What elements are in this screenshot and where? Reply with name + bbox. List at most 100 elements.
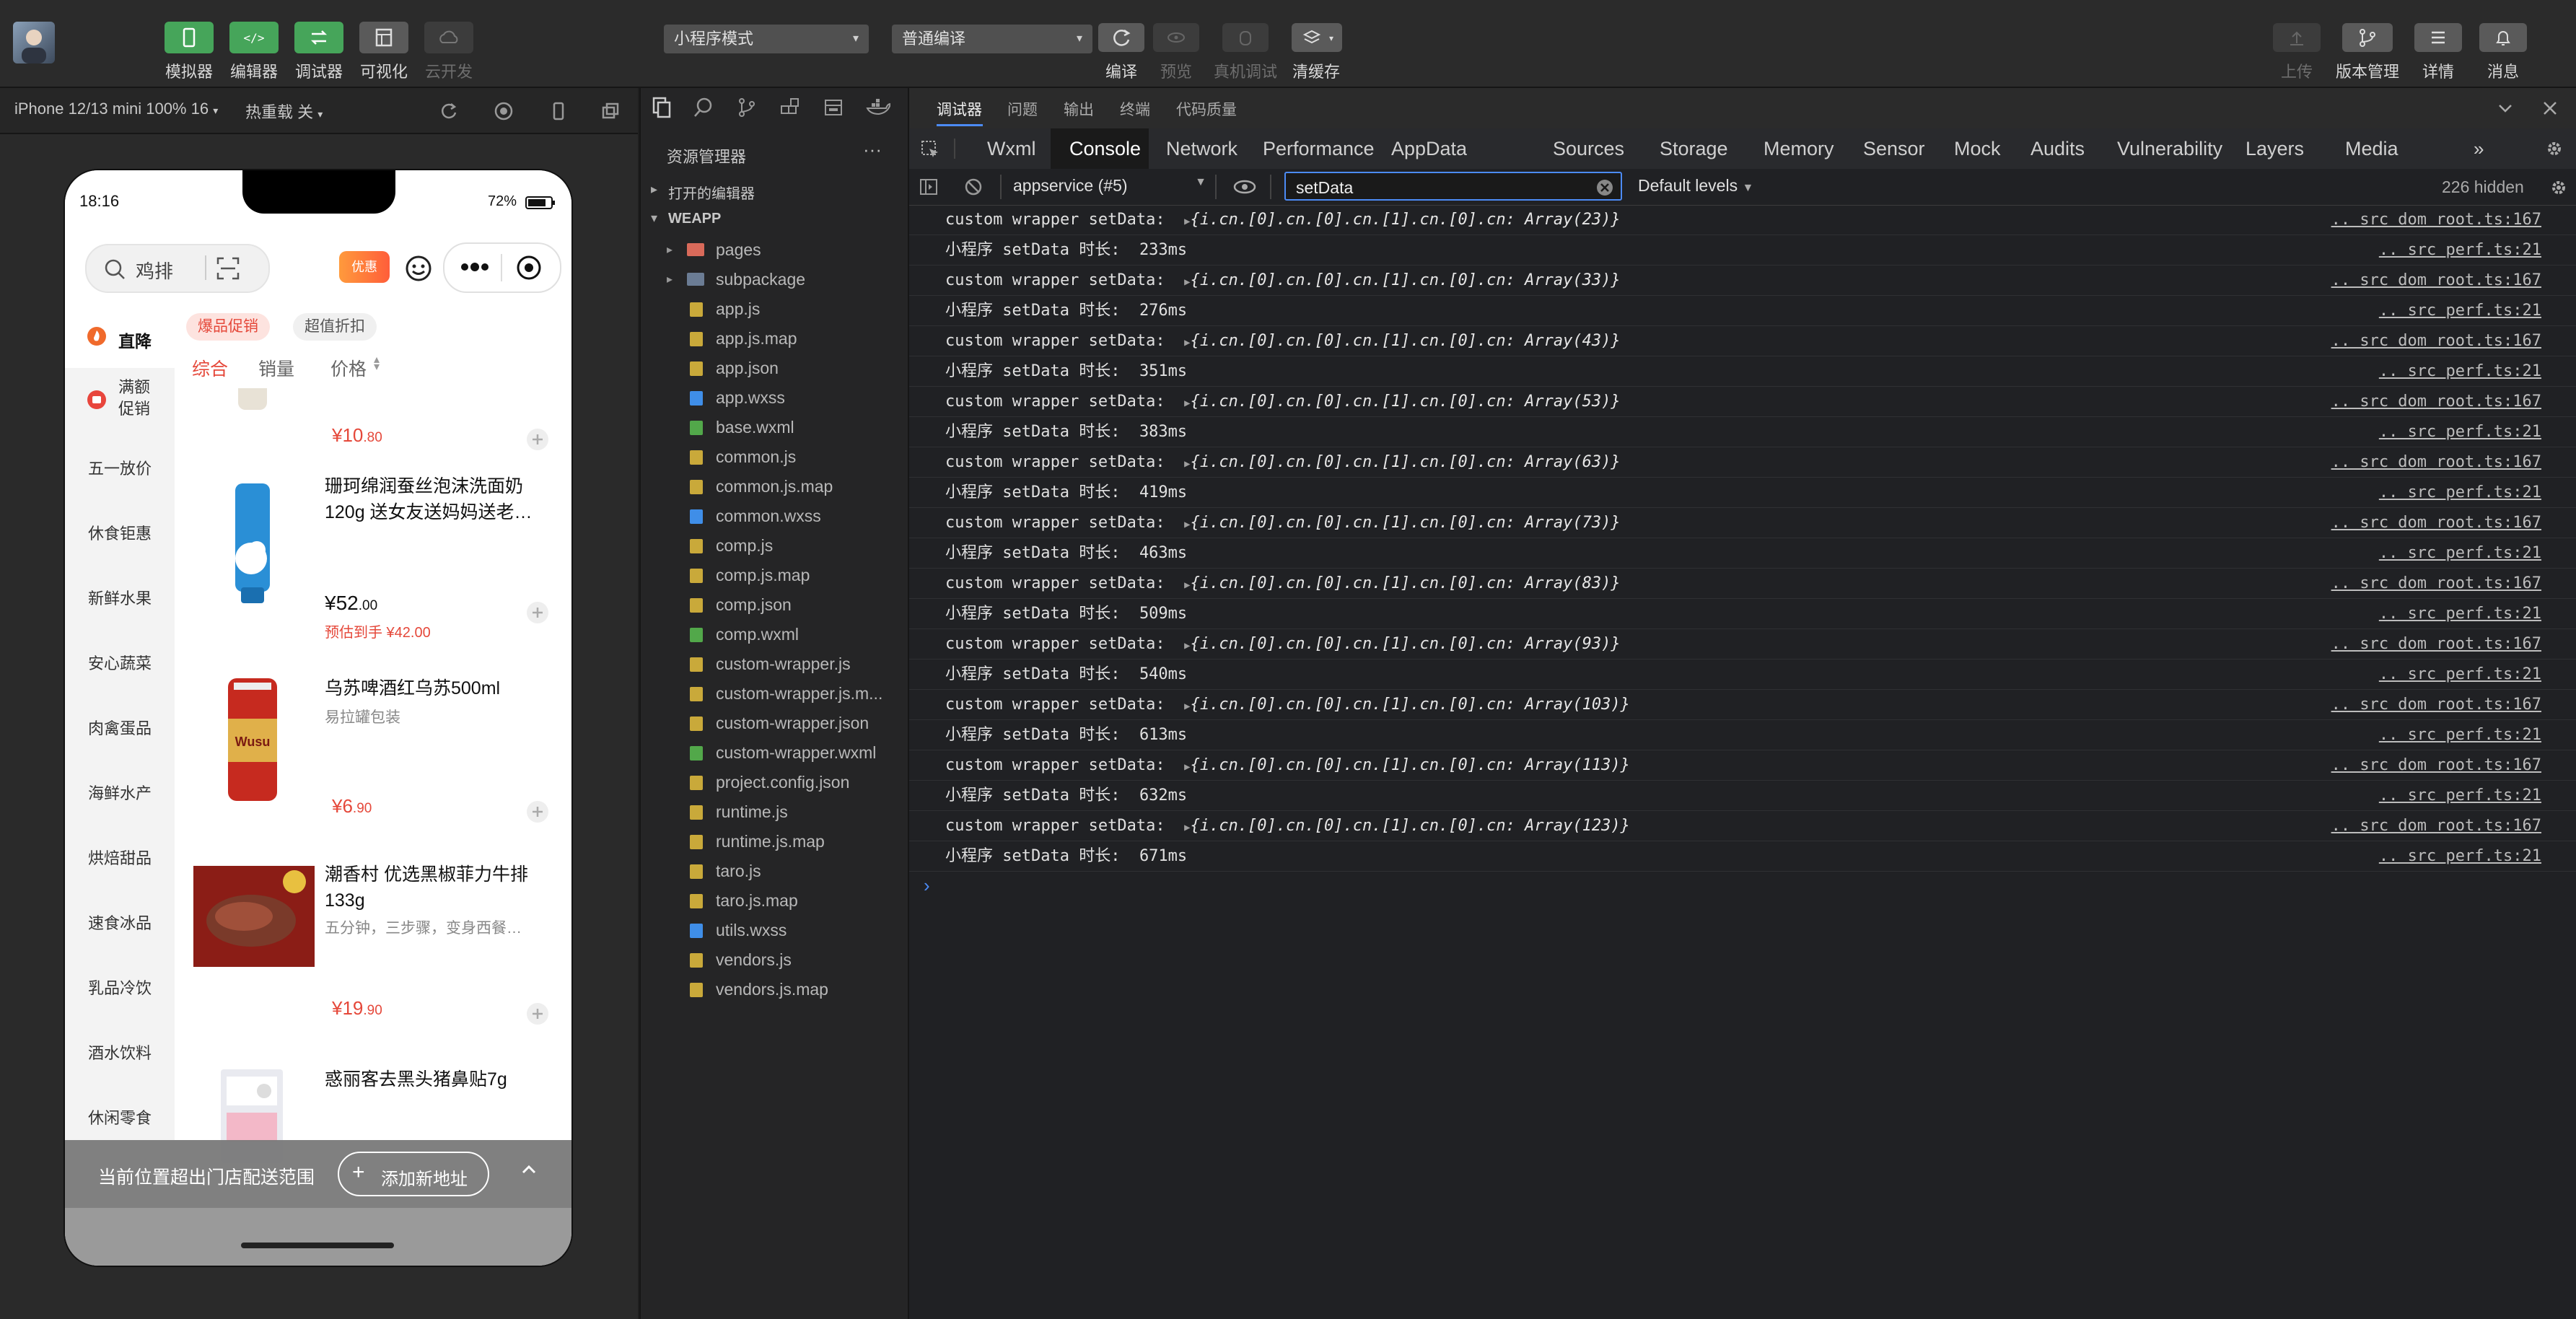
source-link[interactable]: .. src dom root.ts:167 (2331, 690, 2541, 719)
record-icon[interactable] (494, 101, 514, 121)
panel-tab-console[interactable]: Console (1069, 128, 1141, 169)
clear-cache-button[interactable]: ▾ (1292, 23, 1342, 52)
product-name-4[interactable]: 惑丽客去黑头猪鼻贴7g (325, 1065, 556, 1091)
chip-discount[interactable]: 超值折扣 (293, 313, 377, 341)
add-to-cart-icon[interactable] (525, 600, 550, 625)
source-link[interactable]: .. src dom root.ts:167 (2331, 811, 2541, 841)
file-tree-item[interactable]: app.js.map (641, 324, 908, 354)
details-button[interactable] (2414, 23, 2462, 52)
sort-tab-default[interactable]: 综合 (192, 355, 228, 381)
source-link[interactable]: .. src dom root.ts:167 (2331, 205, 2541, 235)
tab-output[interactable]: 输出 (1064, 98, 1094, 120)
nav-item-7[interactable]: 海鲜水产 (65, 781, 175, 804)
scan-icon[interactable] (216, 257, 240, 280)
expand-object-icon[interactable]: ▶ (1184, 458, 1190, 470)
source-link[interactable]: .. src dom root.ts:167 (2331, 508, 2541, 538)
panel-tab-sources[interactable]: Sources (1553, 128, 1624, 169)
add-to-cart-icon[interactable] (525, 1002, 550, 1026)
file-tree-item[interactable]: app.json (641, 354, 908, 383)
open-editors-section[interactable]: 打开的编辑器 (668, 182, 755, 203)
console-filter-input[interactable]: setData (1284, 172, 1622, 201)
messages-button[interactable] (2479, 23, 2527, 52)
inspect-element-icon[interactable] (921, 140, 939, 159)
debugger-toggle-button[interactable] (294, 22, 343, 53)
log-levels-select[interactable]: Default levels ▼ (1638, 176, 1753, 196)
storage-icon[interactable] (823, 97, 844, 118)
editor-toggle-button[interactable]: </> (229, 22, 279, 53)
more-dots-icon[interactable] (459, 260, 491, 274)
source-link[interactable]: .. src perf.ts:21 (2379, 296, 2541, 325)
nav-item-5[interactable]: 安心蔬菜 (65, 651, 175, 674)
file-tree-item[interactable]: ▸ subpackage (641, 265, 908, 294)
source-link[interactable]: .. src dom root.ts:167 (2331, 569, 2541, 598)
expand-object-icon[interactable]: ▶ (1184, 519, 1190, 530)
product-name-1[interactable]: 珊珂绵润蚕丝泡沫洗面奶120g 送女友送妈妈送老… (325, 473, 548, 525)
panel-tab-media[interactable]: Media (2345, 128, 2398, 169)
promo-badge[interactable]: 优惠 (339, 251, 390, 283)
panel-tab-performance[interactable]: Performance (1263, 128, 1375, 169)
console-object-preview[interactable]: {i.cn.[0].cn.[0].cn.[1].cn.[0].cn: Array… (1191, 211, 1621, 229)
file-tree-item[interactable]: project.config.json (641, 768, 908, 797)
chevron-up-icon[interactable] (520, 1160, 538, 1179)
nav-item-0[interactable]: 直降 (118, 328, 152, 352)
file-tree-item[interactable]: taro.js.map (641, 886, 908, 916)
version-button[interactable] (2342, 23, 2393, 52)
console-object-preview[interactable]: {i.cn.[0].cn.[0].cn.[1].cn.[0].cn: Array… (1191, 756, 1630, 774)
file-tree-item[interactable]: comp.wxml (641, 620, 908, 649)
console-object-preview[interactable]: {i.cn.[0].cn.[0].cn.[1].cn.[0].cn: Array… (1191, 271, 1621, 289)
extensions-icon[interactable] (779, 97, 801, 118)
nav-item-10[interactable]: 乳品冷饮 (65, 976, 175, 999)
file-tree-item[interactable]: comp.js (641, 531, 908, 561)
file-tree-item[interactable]: common.js.map (641, 472, 908, 501)
expand-object-icon[interactable]: ▶ (1184, 822, 1190, 833)
preview-button[interactable] (1153, 23, 1199, 52)
nav-item-6[interactable]: 肉禽蛋品 (65, 716, 175, 739)
panel-tab-memory[interactable]: Memory (1764, 128, 1834, 169)
console-prompt[interactable]: › (924, 875, 930, 897)
sidebar-toggle-icon[interactable] (919, 178, 939, 196)
file-tree-item[interactable]: app.js (641, 294, 908, 324)
panel-tab-appdata[interactable]: AppData (1391, 128, 1467, 169)
nav-item-1[interactable]: 满额促销 (118, 377, 162, 420)
panel-tab-mock[interactable]: Mock (1954, 128, 2001, 169)
source-link[interactable]: .. src perf.ts:21 (2379, 720, 2541, 750)
console-object-preview[interactable]: {i.cn.[0].cn.[0].cn.[1].cn.[0].cn: Array… (1191, 574, 1621, 592)
file-tree-item[interactable]: vendors.js.map (641, 975, 908, 1004)
add-to-cart-icon[interactable] (525, 427, 550, 452)
nav-item-8[interactable]: 烘焙甜品 (65, 846, 175, 869)
panel-tab-layers[interactable]: Layers (2246, 128, 2304, 169)
file-tree-item[interactable]: taro.js (641, 856, 908, 886)
close-icon[interactable] (2541, 100, 2559, 117)
file-tree-item[interactable]: runtime.js (641, 797, 908, 827)
compile-select[interactable]: 普通编译 ▾ (892, 25, 1092, 53)
file-tree-item[interactable]: custom-wrapper.wxml (641, 738, 908, 768)
console-object-preview[interactable]: {i.cn.[0].cn.[0].cn.[1].cn.[0].cn: Array… (1191, 817, 1630, 835)
user-avatar[interactable] (13, 22, 55, 63)
file-tree-item[interactable]: utils.wxss (641, 916, 908, 945)
panel-tab-storage[interactable]: Storage (1660, 128, 1728, 169)
hot-reload-select[interactable]: 热重载 关 ▾ (245, 100, 323, 123)
expand-object-icon[interactable]: ▶ (1184, 276, 1190, 288)
expand-object-icon[interactable]: ▶ (1184, 398, 1190, 409)
nav-item-9[interactable]: 速食冰品 (65, 911, 175, 934)
source-link[interactable]: .. src perf.ts:21 (2379, 538, 2541, 568)
device-select[interactable]: iPhone 12/13 mini 100% 16 ▾ (14, 100, 218, 118)
file-tree-item[interactable]: custom-wrapper.json (641, 709, 908, 738)
file-tree-item[interactable]: common.js (641, 442, 908, 472)
nav-item-12[interactable]: 休闲零食 (65, 1105, 175, 1129)
product-name-2[interactable]: 乌苏啤酒红乌苏500ml (325, 674, 548, 700)
tab-debugger[interactable]: 调试器 (937, 98, 982, 120)
source-link[interactable]: .. src dom root.ts:167 (2331, 629, 2541, 659)
panel-tab-sensor[interactable]: Sensor (1863, 128, 1925, 169)
source-link[interactable]: .. src dom root.ts:167 (2331, 447, 2541, 477)
mode-select[interactable]: 小程序模式 ▾ (664, 25, 869, 53)
upload-button[interactable] (2273, 23, 2321, 52)
source-link[interactable]: .. src perf.ts:21 (2379, 235, 2541, 265)
panel-tab-wxml[interactable]: Wxml (987, 128, 1035, 169)
nav-item-11[interactable]: 酒水饮料 (65, 1040, 175, 1064)
file-tree-item[interactable]: comp.json (641, 590, 908, 620)
tab-code-quality[interactable]: 代码质量 (1176, 98, 1237, 120)
source-control-icon[interactable] (736, 97, 758, 118)
chip-hot-promo[interactable]: 爆品促销 (186, 313, 270, 341)
source-link[interactable]: .. src dom root.ts:167 (2331, 326, 2541, 356)
